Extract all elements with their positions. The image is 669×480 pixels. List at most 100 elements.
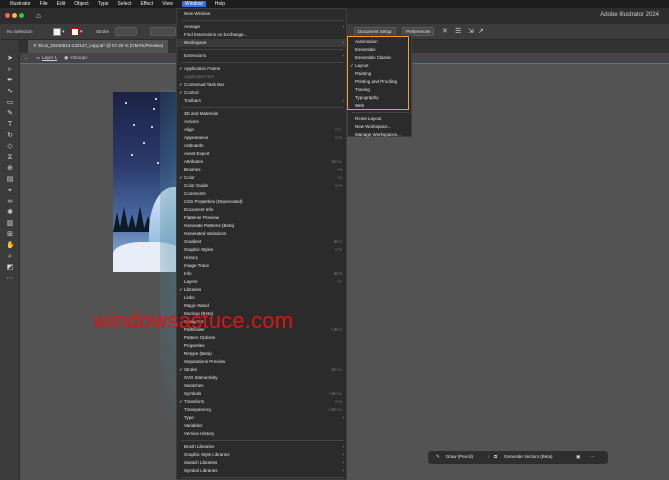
window-menu-item[interactable]: Separations Preview — [177, 358, 348, 366]
artboard-tool-icon[interactable]: ⊞ — [6, 231, 14, 239]
window-menu-item[interactable]: Application Bar — [177, 73, 348, 81]
menu-help[interactable]: Help — [215, 1, 225, 7]
window-menu-item[interactable]: Properties — [177, 342, 348, 350]
draw-pencil-button[interactable]: Draw (Pencil) — [446, 454, 473, 459]
menu-object[interactable]: Object — [74, 1, 88, 7]
align-icon[interactable]: ☰ — [455, 27, 461, 35]
eyedropper-tool-icon[interactable]: ⌖ — [6, 187, 14, 195]
generate-vectors-icon[interactable]: ⧉ — [494, 454, 497, 459]
transform-icon[interactable]: ✕ — [442, 27, 448, 35]
more-tools-icon[interactable]: ⋯ — [6, 275, 14, 283]
window-menu-item[interactable]: Symbols ⇧⌘F11 — [177, 390, 348, 398]
window-menu-item[interactable]: Pattern Options — [177, 334, 348, 342]
window-menu-item[interactable]: ✓ Transform ⇧F8 — [177, 398, 348, 406]
window-menu-item[interactable]: ✓ Control — [177, 89, 348, 97]
window-menu-item[interactable]: Type › — [177, 414, 348, 422]
window-menu-item[interactable]: Workspace › — [177, 39, 348, 47]
workspace-menu-item[interactable]: Manage Workspaces... — [348, 131, 413, 139]
window-menu-item[interactable]: New Window — [177, 10, 348, 18]
window-menu-item[interactable]: Links — [177, 294, 348, 302]
rotate-tool-icon[interactable]: ↻ — [6, 132, 14, 140]
window-menu-item[interactable]: Symbol Libraries › — [177, 467, 348, 475]
menu-edit[interactable]: Edit — [57, 1, 66, 7]
stroke-weight-field[interactable] — [115, 27, 137, 36]
more-options-icon[interactable]: ⋯ — [590, 454, 595, 460]
window-menu-item[interactable]: Asset Export — [177, 150, 348, 158]
close-window-button[interactable] — [5, 13, 10, 18]
back-arrow-icon[interactable]: ← — [24, 55, 29, 60]
window-menu-item[interactable]: Swatch Libraries › — [177, 459, 348, 467]
window-menu-item[interactable]: Arrange › — [177, 23, 348, 31]
menu-type[interactable]: Type — [98, 1, 109, 7]
window-menu-item[interactable]: Retype (Beta) — [177, 350, 348, 358]
pencil-icon[interactable]: ✎ — [436, 454, 440, 460]
window-menu-item[interactable]: Version History — [177, 430, 348, 438]
options-icon[interactable]: ▣ — [576, 454, 580, 460]
window-menu-item[interactable]: Gradient ⌘F9 — [177, 238, 348, 246]
selection-tool-icon[interactable]: ➤ — [6, 55, 14, 63]
window-menu-item[interactable]: Extensions › — [177, 52, 348, 60]
workspace-menu-item[interactable]: Reset Layout — [348, 115, 413, 123]
home-icon[interactable]: ⌂ — [36, 11, 41, 20]
window-menu-item[interactable]: Image Trace — [177, 262, 348, 270]
symbol-sprayer-tool-icon[interactable]: ✺ — [6, 209, 14, 217]
menu-select[interactable]: Select — [118, 1, 132, 7]
window-menu-item[interactable]: Artboards — [177, 142, 348, 150]
window-menu-item[interactable]: History — [177, 254, 348, 262]
window-menu-item[interactable]: CSS Properties (Deprecated) — [177, 198, 348, 206]
type-tool-icon[interactable]: T — [6, 121, 14, 129]
fill-swatch[interactable] — [53, 28, 61, 36]
menu-effect[interactable]: Effect — [140, 1, 153, 7]
document-tab[interactable]: ✕ 30.ai_20240513-132147_copy.ai* @ 57.25… — [28, 40, 169, 53]
stroke-swatch[interactable] — [71, 28, 79, 36]
window-menu-item[interactable]: Toolbars › — [177, 97, 348, 105]
width-tool-icon[interactable]: ⧖ — [6, 154, 14, 162]
eraser-tool-icon[interactable]: ◇ — [6, 143, 14, 151]
window-menu-item[interactable]: Color Guide ⇧F3 — [177, 182, 348, 190]
window-menu-item[interactable]: Align ⇧F7 — [177, 126, 348, 134]
window-menu-item[interactable]: Generated Variations — [177, 230, 348, 238]
window-menu-item[interactable]: Swatches — [177, 382, 348, 390]
fill-stroke-icon[interactable]: ◩ — [6, 264, 14, 272]
window-menu-item[interactable]: Actions — [177, 118, 348, 126]
menu-illustrator[interactable]: Illustrator — [10, 1, 31, 7]
window-menu-item[interactable]: ✓ Application Frame — [177, 65, 348, 73]
window-menu-item[interactable]: Appearance ⇧F6 — [177, 134, 348, 142]
chevron-down-icon[interactable]: ▾ — [62, 29, 65, 35]
window-menu-item[interactable]: Document Info — [177, 206, 348, 214]
direct-selection-tool-icon[interactable]: ▹ — [6, 66, 14, 74]
window-menu-item[interactable]: Flattener Preview — [177, 214, 348, 222]
window-menu-item[interactable]: Comments — [177, 190, 348, 198]
window-menu-item[interactable]: Brushes F5 — [177, 166, 348, 174]
window-menu-item[interactable]: Find Extensions on Exchange... — [177, 31, 348, 39]
chevron-down-icon[interactable]: ▾ — [80, 29, 83, 35]
menu-view[interactable]: View — [162, 1, 173, 7]
window-menu-item[interactable]: Attributes ⌘F11 — [177, 158, 348, 166]
share-icon[interactable]: ↗ — [478, 27, 484, 35]
window-menu-item[interactable]: Info ⌘F8 — [177, 270, 348, 278]
curvature-tool-icon[interactable]: ∿ — [6, 88, 14, 96]
window-menu-item[interactable]: Transparency ⇧⌘F10 — [177, 406, 348, 414]
minimize-window-button[interactable] — [12, 13, 17, 18]
window-menu-item[interactable]: SVG Interactivity — [177, 374, 348, 382]
window-menu-item[interactable]: Variables — [177, 422, 348, 430]
zoom-window-button[interactable] — [19, 13, 24, 18]
window-menu-item[interactable]: Generate Patterns (Beta) — [177, 222, 348, 230]
breadcrumb-group[interactable]: <Group> — [70, 55, 88, 60]
window-menu-item[interactable]: Graphic Styles ⇧F5 — [177, 246, 348, 254]
window-menu-item[interactable]: ✓ Libraries — [177, 286, 348, 294]
window-menu-item[interactable]: ✓ Contextual Task Bar — [177, 81, 348, 89]
graph-tool-icon[interactable]: ▥ — [6, 220, 14, 228]
window-menu-item[interactable]: ✓ Stroke ⌘F10 — [177, 366, 348, 374]
window-menu-item[interactable]: ✓ Color F6 — [177, 174, 348, 182]
workspace-menu-item[interactable]: New Workspace... — [348, 123, 413, 131]
pen-tool-icon[interactable]: ✒ — [6, 77, 14, 85]
variable-width-profile[interactable] — [150, 27, 176, 36]
window-menu-item[interactable]: 3D and Materials — [177, 110, 348, 118]
rectangle-tool-icon[interactable]: ▭ — [6, 99, 14, 107]
zoom-tool-icon[interactable]: ⌕ — [6, 253, 14, 261]
hand-tool-icon[interactable]: ✋ — [6, 242, 15, 250]
shape-builder-tool-icon[interactable]: ⊕ — [6, 165, 14, 173]
window-menu-item[interactable]: Layers F7 — [177, 278, 348, 286]
blend-tool-icon[interactable]: ∞ — [6, 198, 14, 206]
